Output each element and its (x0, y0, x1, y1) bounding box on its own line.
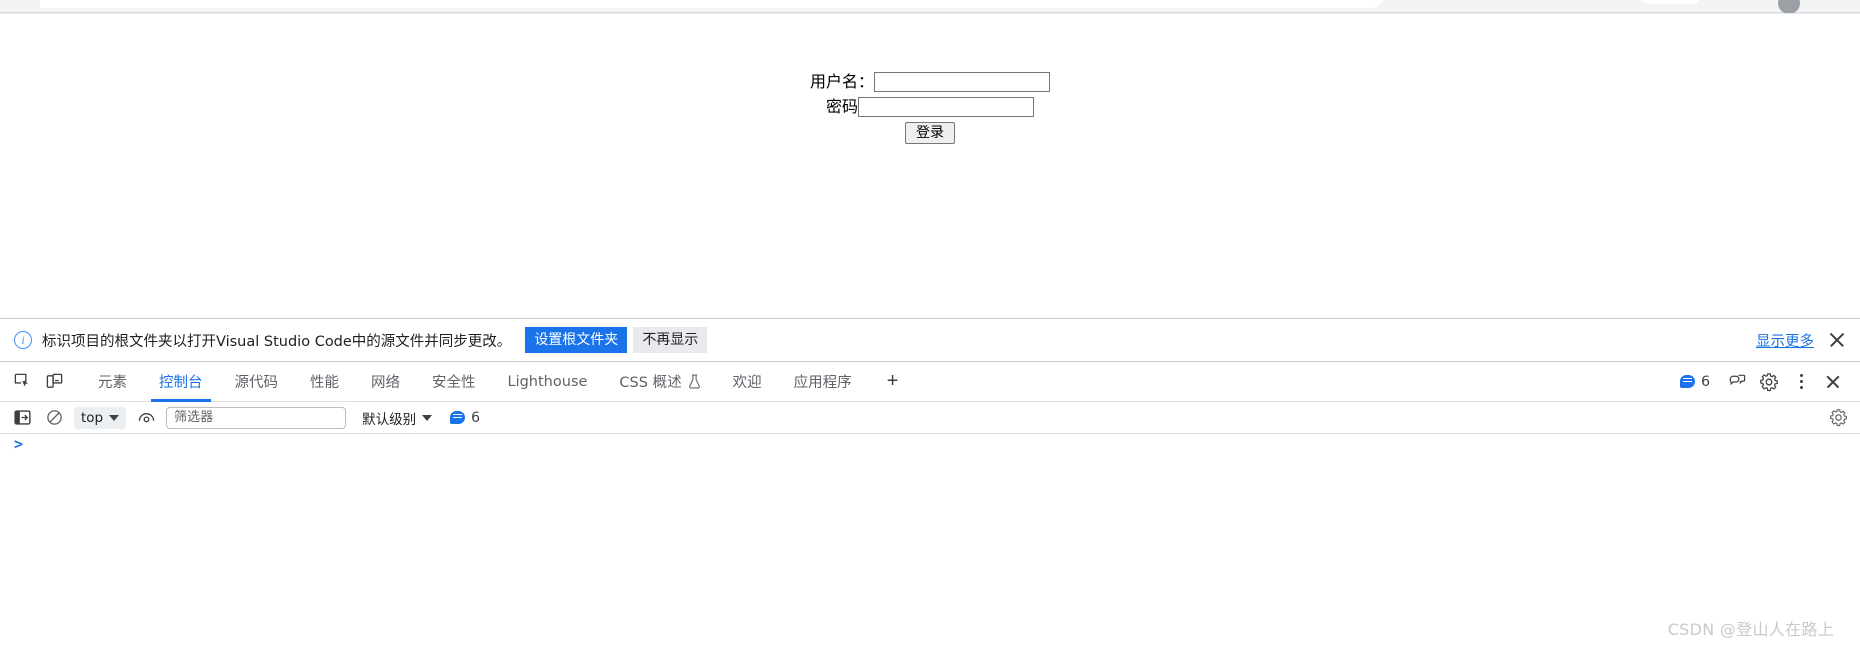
submit-row: 登录 (0, 122, 1860, 146)
console-toolbar-right (1826, 406, 1850, 430)
device-toolbar-icon[interactable] (40, 368, 68, 396)
csdn-watermark: CSDN @登山人在路上 (1667, 620, 1834, 639)
tab-label: 欢迎 (732, 375, 762, 391)
tab-label: 控制台 (159, 375, 203, 391)
username-input[interactable] (874, 72, 1050, 92)
tab-label: 源代码 (234, 375, 279, 391)
kebab-menu-icon[interactable] (1786, 367, 1816, 397)
message-count: 6 (1701, 373, 1710, 390)
log-level-value: 默认级别 (362, 411, 417, 428)
login-submit-button[interactable]: 登录 (905, 122, 955, 144)
live-expression-icon[interactable] (134, 406, 158, 430)
console-prompt-row[interactable]: > (0, 434, 1860, 456)
message-bubble-icon (450, 411, 466, 424)
console-toolbar: top 默认级别 6 (0, 402, 1860, 434)
show-more-link[interactable]: 显示更多 (1756, 330, 1814, 351)
info-banner-message: 标识项目的根文件夹以打开Visual Studio Code中的源文件并同步更改… (42, 333, 512, 350)
password-row: 密码 (0, 97, 1860, 121)
password-label: 密码 (825, 97, 858, 116)
tab-performance[interactable]: 性能 (294, 362, 355, 402)
feedback-icon[interactable] (1722, 367, 1752, 397)
address-bar[interactable] (140, 0, 1385, 8)
gear-icon[interactable] (1826, 406, 1850, 430)
add-panel-button[interactable]: + (876, 362, 910, 402)
clear-console-icon[interactable] (42, 406, 66, 430)
tab-label: 安全性 (432, 375, 476, 391)
tab-lighthouse[interactable]: Lighthouse (492, 362, 604, 402)
devtools-tabbar: 元素 控制台 源代码 性能 网络 安全性 Lighthouse CSS 概述 欢… (0, 362, 1860, 402)
console-toolbar-message-badge[interactable]: 6 (450, 410, 480, 426)
tab-console[interactable]: 控制台 (143, 362, 219, 402)
devtools-panel: 元素 控制台 源代码 性能 网络 安全性 Lighthouse CSS 概述 欢… (0, 362, 1860, 654)
tab-network[interactable]: 网络 (355, 362, 416, 402)
username-label: 用户名： (809, 72, 874, 91)
chevron-down-icon (109, 414, 120, 421)
screenshot-root: 用户名： 密码 登录 i 标识项目的根文件夹以打开Visual Studio C… (0, 0, 1860, 654)
password-input[interactable] (858, 97, 1034, 117)
experiment-flask-icon (688, 374, 701, 389)
devtools-header-actions: 6 (1680, 367, 1860, 397)
set-root-folder-button[interactable]: 设置根文件夹 (525, 327, 628, 353)
console-output-area[interactable]: > (0, 434, 1860, 654)
tab-label: 应用程序 (793, 375, 852, 391)
tab-label: 元素 (98, 375, 127, 391)
console-sidebar-icon[interactable] (10, 406, 34, 430)
gear-icon[interactable] (1754, 367, 1784, 397)
tab-elements[interactable]: 元素 (82, 362, 143, 402)
console-prompt-arrow: > (14, 435, 24, 453)
page-viewport: 用户名： 密码 登录 (0, 13, 1860, 318)
tab-sources[interactable]: 源代码 (219, 362, 295, 402)
close-icon[interactable] (1818, 367, 1848, 397)
browser-chrome-strip (0, 0, 1860, 14)
console-filter-input[interactable] (166, 406, 347, 429)
tab-label: Lighthouse (507, 373, 588, 390)
close-icon[interactable] (1828, 331, 1846, 349)
execution-context-select[interactable]: top (74, 406, 127, 429)
message-bubble-icon (1680, 375, 1696, 388)
info-banner-right: 显示更多 (1756, 330, 1846, 351)
message-count: 6 (471, 409, 481, 426)
tab-label: 网络 (371, 375, 400, 391)
workspace-info-banner: i 标识项目的根文件夹以打开Visual Studio Code中的源文件并同步… (0, 318, 1860, 362)
console-message-badge[interactable]: 6 (1680, 374, 1710, 390)
tab-label: 性能 (310, 375, 339, 391)
log-level-select[interactable]: 默认级别 (362, 408, 433, 428)
inspect-element-icon[interactable] (8, 368, 36, 396)
browser-profile-avatar[interactable] (1778, 0, 1800, 14)
chevron-down-icon (422, 414, 433, 421)
browser-toolbar-group (1640, 0, 1700, 4)
devtools-tab-list: 元素 控制台 源代码 性能 网络 安全性 Lighthouse CSS 概述 欢… (82, 362, 868, 402)
info-circle-icon: i (14, 331, 32, 349)
tab-css-overview[interactable]: CSS 概述 (603, 362, 716, 402)
dont-show-again-button[interactable]: 不再显示 (633, 327, 708, 353)
execution-context-value: top (81, 409, 104, 426)
login-form: 用户名： 密码 登录 (0, 72, 1860, 146)
tab-security[interactable]: 安全性 (416, 362, 492, 402)
tab-application[interactable]: 应用程序 (778, 362, 868, 402)
tab-welcome[interactable]: 欢迎 (717, 362, 778, 402)
username-row: 用户名： (0, 72, 1860, 96)
tab-label: CSS 概述 (619, 375, 682, 391)
